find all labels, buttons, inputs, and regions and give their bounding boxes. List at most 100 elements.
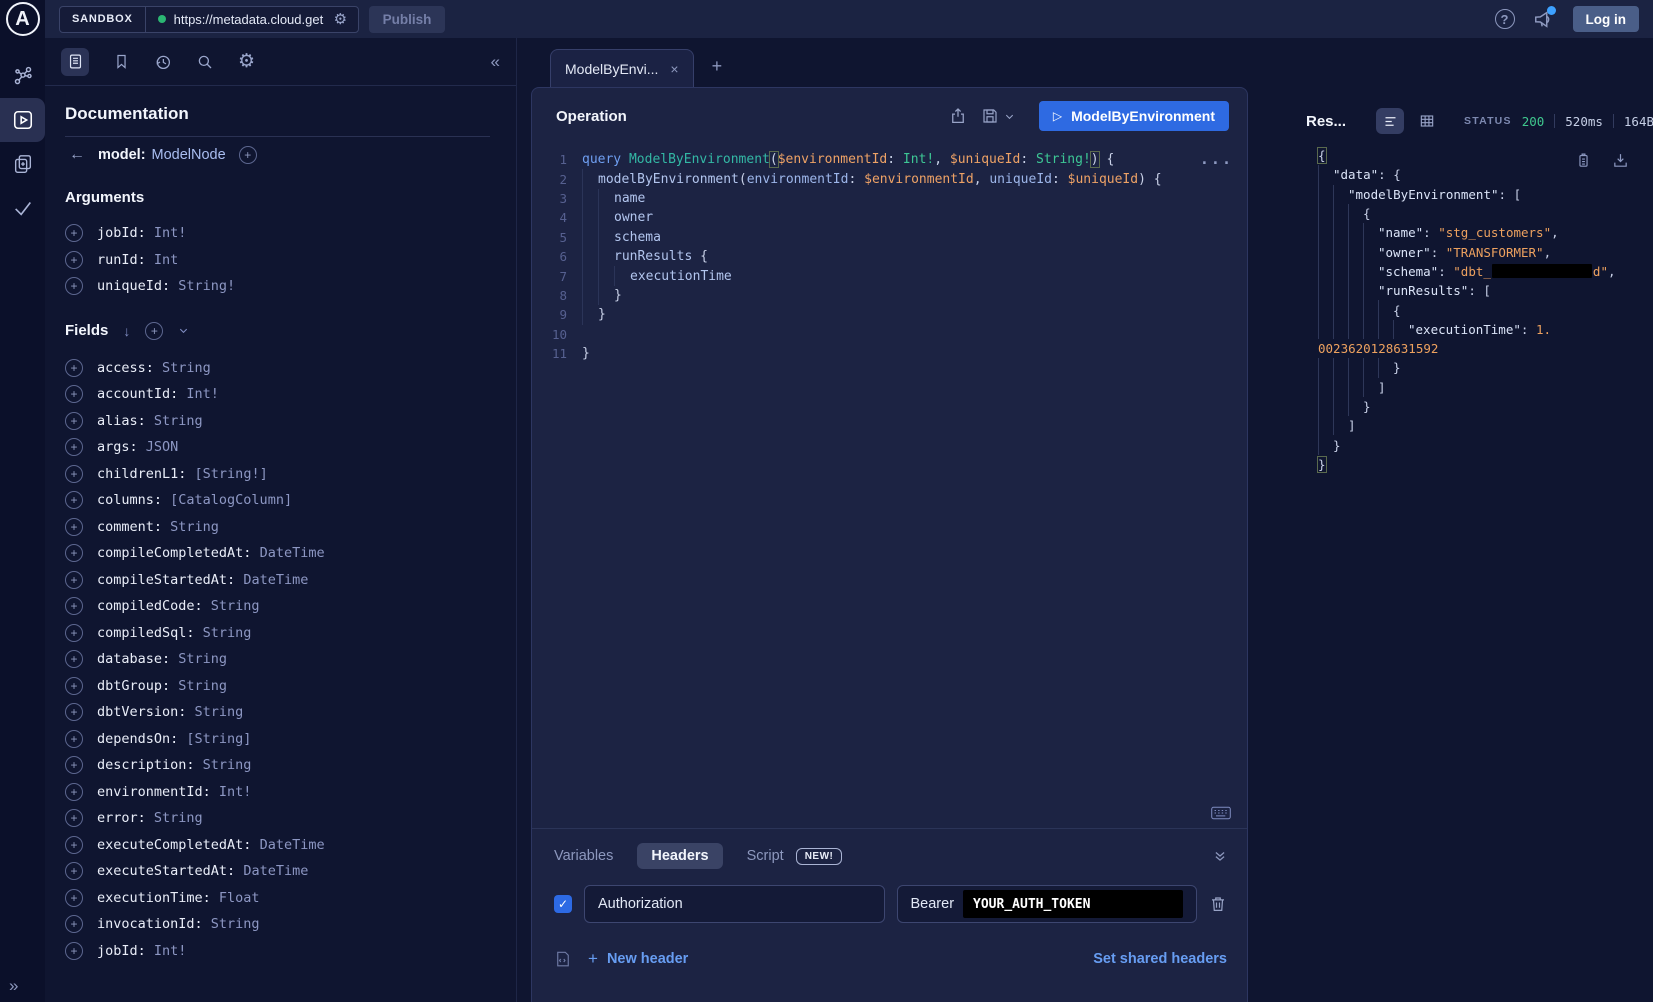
add-field-button[interactable]: + (65, 359, 83, 377)
new-tab-button[interactable]: + (712, 56, 723, 77)
field-name[interactable]: comment: String (97, 519, 219, 535)
field-type[interactable]: [CatalogColumn] (170, 492, 292, 508)
field-name[interactable]: childrenL1: [String!] (97, 466, 268, 482)
settings-gear-icon[interactable]: ⚙ (238, 52, 255, 71)
field-type[interactable]: Int (154, 252, 178, 268)
share-icon[interactable] (949, 107, 967, 125)
field-type[interactable]: String (170, 519, 219, 535)
field-type[interactable]: String (154, 413, 203, 429)
add-field-button[interactable]: + (65, 491, 83, 509)
sandbox-badge[interactable]: SANDBOX (60, 7, 146, 32)
endpoint-url[interactable]: https://metadata.cloud.get (174, 12, 326, 27)
field-name[interactable]: executionTime: Float (97, 890, 260, 906)
publish-button[interactable]: Publish (369, 6, 446, 33)
editor-more-menu-icon[interactable]: ··· (1200, 154, 1233, 172)
field-type[interactable]: Float (219, 890, 260, 906)
add-field-button[interactable]: + (65, 650, 83, 668)
code-line[interactable]: 4owner (532, 208, 1247, 227)
add-field-button[interactable]: + (65, 385, 83, 403)
add-field-button[interactable]: + (65, 224, 83, 242)
view-table-button[interactable] (1413, 108, 1441, 134)
field-type[interactable]: [String] (186, 731, 251, 747)
collapse-panel-double-chevron-icon[interactable] (1213, 849, 1227, 863)
field-name[interactable]: compiledCode: String (97, 598, 260, 614)
code-line[interactable]: 10 (532, 325, 1247, 344)
field-name[interactable]: dbtGroup: String (97, 678, 227, 694)
add-field-button[interactable]: + (65, 412, 83, 430)
code-line[interactable]: 3name (532, 189, 1247, 208)
field-name[interactable]: args: JSON (97, 439, 178, 455)
field-type[interactable]: String! (178, 278, 235, 294)
field-type[interactable]: DateTime (260, 545, 325, 561)
add-field-button[interactable]: + (239, 146, 257, 164)
field-type[interactable]: String (154, 810, 203, 826)
add-field-button[interactable]: + (65, 783, 83, 801)
auth-token-redacted[interactable]: YOUR_AUTH_TOKEN (963, 890, 1183, 918)
tab-headers[interactable]: Headers (637, 843, 722, 869)
code-line[interactable]: 11} (532, 344, 1247, 363)
field-name[interactable]: environmentId: Int! (97, 784, 251, 800)
code-line[interactable]: 6runResults { (532, 247, 1247, 266)
field-name[interactable]: accountId: Int! (97, 386, 219, 402)
operation-tab[interactable]: ModelByEnvi... × (550, 49, 694, 87)
history-icon[interactable] (154, 53, 172, 71)
add-field-button[interactable]: + (65, 438, 83, 456)
field-type[interactable]: [String!] (195, 466, 268, 482)
chevron-down-icon[interactable] (1004, 111, 1015, 122)
field-type[interactable]: String (195, 704, 244, 720)
keyboard-shortcuts-icon[interactable] (1211, 806, 1231, 820)
header-key-input[interactable]: Authorization (584, 885, 885, 923)
sort-fields-icon[interactable]: ↓ (123, 323, 130, 339)
endpoint-url-box[interactable]: https://metadata.cloud.get ⚙ (146, 12, 358, 27)
field-name[interactable]: uniqueId: String! (97, 278, 235, 294)
announcements-megaphone-icon[interactable] (1533, 8, 1555, 30)
code-line[interactable]: 8} (532, 286, 1247, 305)
add-field-button[interactable]: + (65, 942, 83, 960)
save-icon[interactable] (981, 107, 999, 125)
field-type[interactable]: JSON (146, 439, 179, 455)
delete-header-trash-icon[interactable] (1209, 895, 1227, 913)
code-line[interactable]: 2modelByEnvironment(environmentId: $envi… (532, 169, 1247, 188)
apollo-logo[interactable]: A (6, 2, 40, 36)
view-json-button[interactable] (1376, 108, 1404, 134)
add-field-button[interactable]: + (65, 862, 83, 880)
field-name[interactable]: jobId: Int! (97, 225, 186, 241)
response-json[interactable]: {"data": {"modelByEnvironment": [{"name"… (1306, 146, 1653, 474)
field-name[interactable]: jobId: Int! (97, 943, 186, 959)
set-shared-headers-link[interactable]: Set shared headers (1093, 951, 1227, 967)
field-type[interactable]: Int! (154, 225, 187, 241)
field-name[interactable]: description: String (97, 757, 251, 773)
add-field-button[interactable]: + (65, 730, 83, 748)
field-name[interactable]: compiledSql: String (97, 625, 251, 641)
add-field-button[interactable]: + (65, 836, 83, 854)
add-field-button[interactable]: + (65, 756, 83, 774)
run-operation-button[interactable]: ▷ ModelByEnvironment (1039, 101, 1229, 131)
add-field-button[interactable]: + (65, 518, 83, 536)
field-name[interactable]: runId: Int (97, 252, 178, 268)
expand-rail-button[interactable]: » (9, 976, 18, 996)
add-field-button[interactable]: + (65, 544, 83, 562)
field-type[interactable]: DateTime (260, 837, 325, 853)
field-type[interactable]: String (203, 625, 252, 641)
add-field-button[interactable]: + (65, 677, 83, 695)
field-type[interactable]: String (211, 598, 260, 614)
field-type[interactable]: DateTime (243, 572, 308, 588)
field-type[interactable]: Int! (154, 943, 187, 959)
field-name[interactable]: columns: [CatalogColumn] (97, 492, 292, 508)
add-field-button[interactable]: + (65, 624, 83, 642)
field-name[interactable]: compileCompletedAt: DateTime (97, 545, 325, 561)
breadcrumb-type[interactable]: ModelNode (152, 147, 226, 163)
field-name[interactable]: compileStartedAt: DateTime (97, 572, 308, 588)
save-group[interactable] (981, 107, 1015, 125)
field-type[interactable]: Int! (186, 386, 219, 402)
add-field-button[interactable]: + (65, 251, 83, 269)
nav-explorer[interactable] (0, 98, 45, 142)
field-type[interactable]: String (203, 757, 252, 773)
field-type[interactable]: String (178, 678, 227, 694)
header-value-input[interactable]: Bearer YOUR_AUTH_TOKEN (897, 885, 1198, 923)
help-icon[interactable]: ? (1495, 9, 1515, 29)
field-type[interactable]: String (211, 916, 260, 932)
header-enabled-checkbox[interactable]: ✓ (554, 895, 572, 913)
field-type[interactable]: String (162, 360, 211, 376)
field-name[interactable]: access: String (97, 360, 211, 376)
